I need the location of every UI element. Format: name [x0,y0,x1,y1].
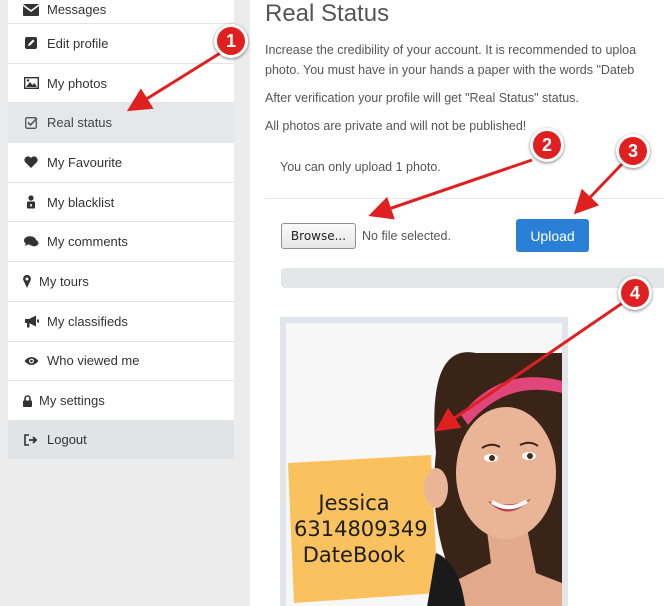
upload-button[interactable]: Upload [516,219,589,252]
sidebar-item-real-status[interactable]: Real status [8,103,234,144]
profile-sidebar: Messages Edit profile My photos Real sta… [8,0,234,459]
sidebar-item-label: My classifieds [47,313,128,329]
comments-icon [22,235,40,249]
sidebar-item-logout[interactable]: Logout [8,420,234,459]
page-title: Real Status [265,0,390,27]
sidebar-item-label: My photos [47,75,107,91]
upload-progress-bar [281,268,664,288]
upload-limit-notice: You can only upload 1 photo. [280,160,441,174]
sign-site: DateBook [302,543,406,567]
edit-icon [22,36,40,50]
bullhorn-icon [22,314,40,328]
sidebar-item-my-classifieds[interactable]: My classifieds [8,301,234,342]
sidebar-item-label: Messages [47,2,107,17]
annotation-badge-3: 3 [616,134,650,168]
sidebar-item-label: Edit profile [47,35,109,51]
annotation-badge-2: 2 [530,128,564,162]
divider [265,198,664,199]
sign-out-icon [22,433,40,447]
example-photo-image: Jessica 6314809349 DateBook [286,323,562,606]
sidebar-item-label: Who viewed me [47,353,140,369]
sidebar-item-my-photos[interactable]: My photos [8,63,234,104]
sidebar-item-my-comments[interactable]: My comments [8,222,234,263]
example-photo: Jessica 6314809349 DateBook [280,317,568,606]
sidebar-item-messages[interactable]: Messages [8,0,234,24]
sidebar-item-my-tours[interactable]: My tours [8,262,234,302]
verification-text: After verification your profile will get… [265,91,579,105]
sidebar-item-my-favourite[interactable]: My Favourite [8,143,234,183]
sidebar-item-my-settings[interactable]: My settings [8,381,234,421]
file-status-label: No file selected. [362,229,451,243]
sidebar-item-label: Logout [47,432,87,448]
image-icon [22,76,40,90]
privacy-text: All photos are private and will not be p… [265,119,527,133]
browse-button[interactable]: Browse... [281,223,356,249]
eye-icon [22,354,40,368]
envelope-icon [22,3,40,17]
annotation-badge-4: 4 [618,276,652,310]
sidebar-item-label: Real status [47,115,113,131]
lock-icon [22,394,32,408]
intro-text-line-2: photo. You must have in your hands a pap… [265,63,635,77]
sign-id: 6314809349 [294,517,428,541]
user-lock-icon [22,195,40,209]
annotation-badge-1: 1 [214,24,248,58]
sign-name: Jessica [318,491,390,515]
sidebar-item-label: My blacklist [47,194,115,210]
sidebar-item-my-blacklist[interactable]: My blacklist [8,182,234,223]
sidebar-item-label: My settings [39,393,105,409]
sidebar-item-label: My Favourite [47,154,123,170]
sidebar-item-who-viewed-me[interactable]: Who viewed me [8,341,234,382]
map-marker-icon [22,274,32,288]
check-square-icon [22,116,40,130]
intro-text-line-1: Increase the credibility of your account… [265,43,637,57]
sidebar-item-label: My tours [39,273,89,289]
heart-icon [22,155,40,169]
real-status-panel: Real Status Increase the credibility of … [250,0,664,606]
sidebar-item-label: My comments [47,234,128,250]
sidebar-item-edit-profile[interactable]: Edit profile [8,24,234,64]
